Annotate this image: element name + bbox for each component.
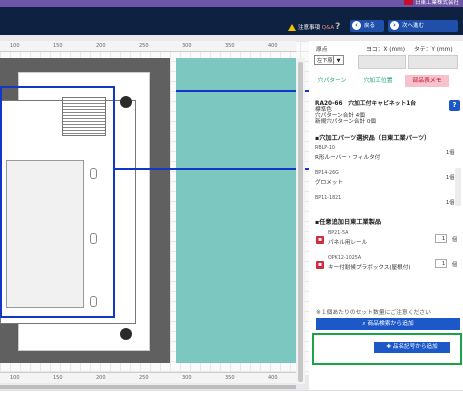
y-label: タテ：Y (mm) xyxy=(414,47,453,53)
option-name: パネル用レール xyxy=(328,240,368,246)
part-code: BP11-1821 xyxy=(315,196,342,201)
delete-icon[interactable]: ▪ xyxy=(316,236,324,244)
brand-name: 日東工業株式会社 xyxy=(414,0,459,6)
warning-icon xyxy=(288,24,296,31)
option-unit: 個 xyxy=(452,237,458,243)
ruler-tick: 400 xyxy=(268,43,278,49)
parts-list-scrollbar[interactable] xyxy=(455,168,461,206)
y-coordinate-input[interactable] xyxy=(408,55,458,69)
chevron-down-icon: ▼ xyxy=(333,56,343,64)
back-button-label: 戻る xyxy=(364,23,376,29)
option-code: OPK12-1025A xyxy=(328,256,362,261)
next-button-label: 次へ進む xyxy=(402,23,425,29)
vertical-scroll-thumb[interactable] xyxy=(298,62,303,382)
option-qty-input[interactable]: 1 xyxy=(435,234,447,243)
ruler-top: 100 150 200 250 300 350 400 xyxy=(0,41,296,52)
ruler-bottom: 100 150 200 250 300 350 400 xyxy=(0,372,296,383)
hole-marker[interactable] xyxy=(120,96,132,108)
ruler-tick: 200 xyxy=(96,375,106,381)
origin-label: 原点 xyxy=(316,47,328,53)
part-qty: 1個 xyxy=(446,175,455,181)
option-qty-input[interactable]: 1 xyxy=(435,259,447,268)
ruler-tick: 100 xyxy=(10,43,20,49)
ruler-tick: 200 xyxy=(96,43,106,49)
product-search-add-button[interactable]: ⌕ 商品検索から追加 xyxy=(316,318,460,330)
part-qty: 1個 xyxy=(446,150,455,156)
new-pattern-total: 新規穴パターン合計 0個 xyxy=(315,119,376,125)
next-button[interactable]: › 次へ進む xyxy=(388,20,458,32)
selection-box xyxy=(0,86,115,318)
add-by-code-button[interactable]: ✚ 品名記号から追加 xyxy=(374,342,450,353)
option-unit: 個 xyxy=(452,262,458,268)
tab-hole-position[interactable]: 穴加工位置 xyxy=(354,75,402,87)
tab-parts-memo[interactable]: 部品表メモ xyxy=(405,75,449,87)
top-accent-bar xyxy=(0,0,463,7)
part-code: RBLP-10 xyxy=(315,146,335,151)
origin-select[interactable]: 左下原点 ▼ xyxy=(314,55,344,65)
ruler-tick: 150 xyxy=(53,43,63,49)
parts-section-title: ▪穴加工パーツ選択品（日東工業パーツ） xyxy=(315,135,431,142)
qa-link[interactable]: Q&A xyxy=(322,25,334,31)
add-by-code-label: 品名記号から追加 xyxy=(392,344,438,350)
product-search-add-label: 商品検索から追加 xyxy=(367,321,414,327)
tab-hole-pattern[interactable]: 穴パターン xyxy=(312,75,352,87)
info-icon[interactable]: ? xyxy=(449,100,460,111)
ruler-tick: 350 xyxy=(225,375,235,381)
side-panel-area xyxy=(176,58,296,363)
ruler-tick: 250 xyxy=(139,43,149,49)
ruler-tick: 400 xyxy=(268,375,278,381)
part-name: R形ルーバー・フィルタ付 xyxy=(315,155,381,161)
x-label: ヨコ：X (mm) xyxy=(366,47,406,53)
arrow-right-icon: › xyxy=(390,21,399,30)
option-code: BP21-5A xyxy=(328,231,349,236)
brand-logo: 日東工業株式会社 xyxy=(403,0,459,7)
hole-marker[interactable] xyxy=(120,328,132,340)
ruler-tick: 300 xyxy=(182,43,192,49)
back-button[interactable]: ‹ 戻る xyxy=(350,20,384,32)
part-code: BP14-26G xyxy=(315,171,339,176)
x-coordinate-input[interactable] xyxy=(358,55,406,69)
bottom-status-bar xyxy=(0,390,463,401)
help-icon[interactable]: ? xyxy=(335,22,340,32)
quantity-note: ※１個あたりのセット数量にご注意ください xyxy=(316,310,431,316)
part-name: グロメット xyxy=(315,180,343,186)
part-qty: 1個 xyxy=(446,200,455,206)
caution-link[interactable]: 注意事項 Q&A? xyxy=(288,22,340,32)
ruler-tick: 150 xyxy=(53,375,63,381)
delete-icon[interactable]: ▪ xyxy=(316,261,324,269)
company-logo-icon xyxy=(403,0,413,5)
arrow-left-icon: ‹ xyxy=(352,21,361,30)
ruler-tick: 250 xyxy=(139,375,149,381)
ruler-tick: 300 xyxy=(182,375,192,381)
option-name: キー付耐候プラボックス(屋根付) xyxy=(328,265,411,271)
optional-section-title: ▪任意追加日東工業製品 xyxy=(315,219,382,226)
caution-label: 注意事項 xyxy=(298,25,321,31)
panel-tabs: 穴パターン 穴加工位置 部品表メモ xyxy=(312,75,462,87)
horizontal-scroll-thumb[interactable] xyxy=(0,385,296,389)
ruler-tick: 100 xyxy=(10,375,20,381)
ruler-tick: 350 xyxy=(225,43,235,49)
